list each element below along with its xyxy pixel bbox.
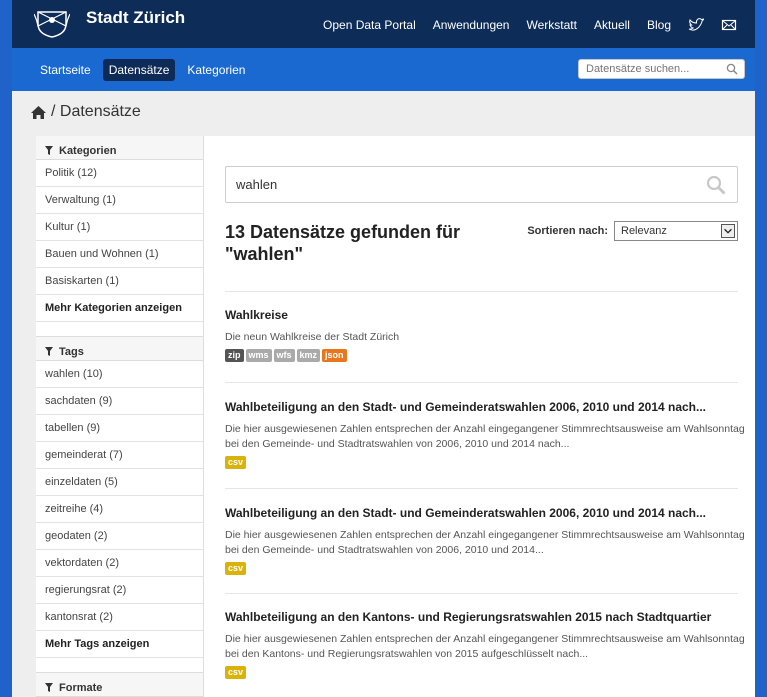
divider	[225, 382, 738, 383]
brand-title[interactable]: Stadt Zürich	[86, 8, 185, 28]
section-title: Tags	[59, 345, 84, 358]
main-search-input[interactable]	[226, 167, 666, 201]
format-badges: zip wms wfs kmz json	[225, 349, 745, 362]
format-badge[interactable]: csv	[225, 456, 247, 469]
format-badge[interactable]: csv	[225, 666, 247, 679]
dataset-result: Wahlbeteiligung an den Stadt- und Gemein…	[225, 400, 745, 469]
main-navbar: Startseite Datensätze Kategorien	[12, 48, 755, 91]
category-item[interactable]: Bauen und Wohnen (1)	[36, 241, 203, 268]
format-badge[interactable]: wms	[245, 349, 272, 362]
dataset-description: Die hier ausgewiesenen Zahlen entspreche…	[225, 423, 745, 450]
nav-startseite[interactable]: Startseite	[34, 59, 97, 81]
section-title: Formate	[59, 681, 103, 694]
nav-datensaetze[interactable]: Datensätze	[102, 59, 176, 81]
chevron-down-icon[interactable]	[721, 224, 735, 238]
top-navigation: Open Data Portal Anwendungen Werkstatt A…	[306, 18, 737, 32]
dataset-result: Wahlbeteiligung an den Stadt- und Gemein…	[225, 506, 745, 575]
more-categories-link[interactable]: Mehr Kategorien anzeigen	[36, 295, 203, 322]
section-header-tags: Tags	[36, 337, 203, 361]
link-werkstatt[interactable]: Werkstatt	[526, 18, 576, 32]
tag-item[interactable]: regierungsrat (2)	[36, 577, 203, 604]
dataset-search-input[interactable]	[579, 60, 719, 78]
section-header-formate: Formate	[36, 673, 203, 697]
format-badges: csv	[225, 562, 745, 575]
section-header-kategorien: Kategorien	[36, 136, 203, 160]
dataset-title-link[interactable]: Wahlbeteiligung an den Kantons- und Regi…	[225, 610, 745, 624]
breadcrumb-current: / Datensätze	[51, 103, 141, 120]
category-item[interactable]: Kultur (1)	[36, 214, 203, 241]
tag-item[interactable]: kantonsrat (2)	[36, 604, 203, 631]
dataset-result: Wahlbeteiligung an den Kantons- und Regi…	[225, 610, 745, 679]
nav-kategorien[interactable]: Kategorien	[181, 59, 251, 81]
sort-label: Sortieren nach:	[527, 225, 608, 237]
home-icon[interactable]	[30, 105, 47, 120]
category-item[interactable]: Politik (12)	[36, 160, 203, 187]
more-tags-link[interactable]: Mehr Tags anzeigen	[36, 631, 203, 658]
tag-item[interactable]: zeitreihe (4)	[36, 496, 203, 523]
filter-sidebar: Kategorien Politik (12) Verwaltung (1) K…	[36, 136, 204, 697]
divider	[225, 593, 738, 594]
dataset-title-link[interactable]: Wahlkreise	[225, 308, 745, 322]
dataset-title-link[interactable]: Wahlbeteiligung an den Stadt- und Gemein…	[225, 400, 745, 414]
dataset-description: Die hier ausgewiesenen Zahlen entspreche…	[225, 633, 745, 660]
link-open-data-portal[interactable]: Open Data Portal	[323, 18, 416, 32]
tag-item[interactable]: wahlen (10)	[36, 361, 203, 388]
format-badge[interactable]: csv	[225, 562, 247, 575]
link-blog[interactable]: Blog	[647, 18, 671, 32]
dataset-title-link[interactable]: Wahlbeteiligung an den Stadt- und Gemein…	[225, 506, 745, 520]
main-search-box	[225, 166, 738, 203]
results-count-title: 13 Datensätze gefunden für "wahlen"	[225, 222, 461, 264]
mail-icon[interactable]	[721, 18, 737, 32]
dataset-description: Die hier ausgewiesenen Zahlen entspreche…	[225, 529, 745, 556]
format-badges: csv	[225, 456, 745, 469]
format-badge[interactable]: kmz	[296, 349, 321, 362]
divider	[225, 291, 738, 292]
section-spacer	[36, 322, 203, 337]
divider	[225, 488, 738, 489]
dataset-description: Die neun Wahlkreise der Stadt Zürich	[225, 331, 400, 343]
section-title: Kategorien	[59, 144, 117, 157]
tag-item[interactable]: geodaten (2)	[36, 523, 203, 550]
search-icon[interactable]	[706, 175, 726, 195]
format-badge[interactable]: wfs	[273, 349, 295, 362]
format-badge[interactable]: json	[322, 349, 347, 362]
sort-selected-value: Relevanz	[621, 225, 667, 237]
twitter-icon[interactable]	[688, 18, 704, 32]
results-panel: 13 Datensätze gefunden für "wahlen" Sort…	[204, 136, 755, 697]
zurich-coat-of-arms-icon[interactable]	[34, 8, 70, 38]
filter-icon	[45, 146, 53, 155]
link-aktuell[interactable]: Aktuell	[594, 18, 630, 32]
section-spacer	[36, 658, 203, 673]
tag-item[interactable]: sachdaten (9)	[36, 388, 203, 415]
filter-icon	[45, 347, 53, 356]
filter-icon	[45, 683, 53, 692]
tag-item[interactable]: vektordaten (2)	[36, 550, 203, 577]
dataset-result: Wahlkreise Die neun Wahlkreise der Stadt…	[225, 308, 745, 362]
category-item[interactable]: Verwaltung (1)	[36, 187, 203, 214]
sort-select[interactable]: Relevanz	[614, 221, 738, 241]
format-badges: csv	[225, 666, 745, 679]
breadcrumb: / Datensätze	[30, 103, 141, 121]
search-icon[interactable]	[726, 63, 738, 75]
tag-item[interactable]: einzeldaten (5)	[36, 469, 203, 496]
tag-item[interactable]: tabellen (9)	[36, 415, 203, 442]
format-badge[interactable]: zip	[225, 349, 244, 362]
sort-control: Sortieren nach: Relevanz	[527, 221, 738, 241]
category-item[interactable]: Basiskarten (1)	[36, 268, 203, 295]
top-header: Stadt Zürich Open Data Portal Anwendunge…	[12, 0, 755, 48]
link-anwendungen[interactable]: Anwendungen	[433, 18, 510, 32]
header-search-box	[578, 59, 745, 79]
tag-item[interactable]: gemeinderat (7)	[36, 442, 203, 469]
